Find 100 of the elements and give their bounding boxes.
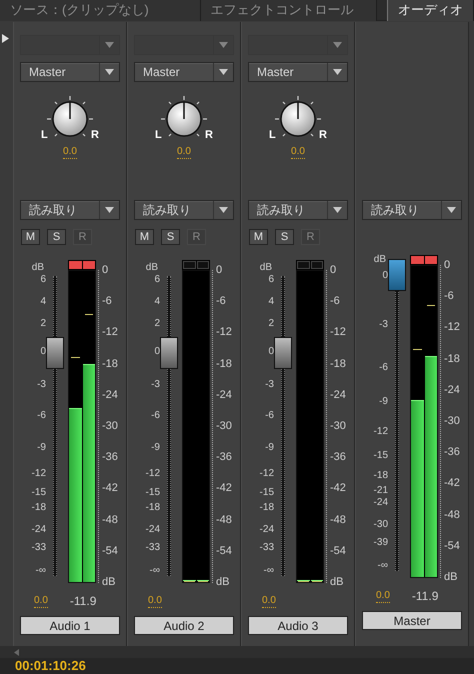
clip-indicator[interactable]: [183, 261, 196, 269]
automation-dropdown[interactable]: 読み取り: [362, 200, 462, 220]
pan-left-label: L: [41, 130, 48, 141]
caret-icon: [333, 207, 342, 213]
fader-scale-label: 0: [40, 347, 46, 357]
volume-value[interactable]: 0.0: [262, 594, 276, 608]
peak-hold-line: [413, 348, 422, 350]
fader-scale-label: 2: [154, 319, 160, 329]
fader-scale-label: -33: [146, 543, 160, 553]
meter-scale-label: -6: [330, 296, 341, 308]
fader-scale-label: -3: [379, 320, 388, 330]
fader-scale-label: 4: [154, 297, 160, 307]
meter-scale-label: 0: [330, 265, 338, 276]
channel-name-button[interactable]: Master: [362, 611, 462, 630]
fader-scale-label: -∞: [150, 566, 160, 576]
channel-name-button[interactable]: Audio 3: [248, 616, 348, 635]
fader-scale-label: -21: [374, 486, 388, 496]
channel-toggle[interactable]: M: [21, 229, 40, 245]
caret-icon: [105, 42, 114, 48]
caret-icon: [219, 69, 228, 75]
fader-scale-label: -15: [146, 488, 160, 498]
channel-toggle[interactable]: M: [135, 229, 154, 245]
clip-indicator[interactable]: [69, 261, 82, 269]
dropdown-value: 読み取り: [142, 202, 192, 219]
fader-scale-label: -30: [374, 520, 388, 530]
automation-dropdown[interactable]: 読み取り: [134, 200, 234, 220]
panel-menu-icon[interactable]: [2, 34, 9, 43]
fader-scale-label: -18: [260, 503, 274, 513]
meter-scale-label: -54: [330, 546, 346, 557]
fader-scale-label: -6: [151, 411, 160, 421]
pan-value[interactable]: 0.0: [63, 146, 77, 159]
output-dropdown[interactable]: Master: [20, 62, 120, 82]
panel-tab[interactable]: ソース：(クリップなし): [0, 0, 201, 21]
meter-scale-label: -12: [216, 327, 232, 338]
fader-handle[interactable]: [160, 336, 178, 369]
fader-scale-label: -6: [265, 411, 274, 421]
meter-scale-label: -36: [444, 447, 460, 458]
fader-handle[interactable]: [274, 336, 292, 369]
clip-indicator[interactable]: [310, 261, 323, 269]
fader-scale-label: -∞: [36, 566, 46, 576]
meter-scale-label: -30: [216, 420, 232, 432]
pan-value[interactable]: 0.0: [177, 146, 191, 159]
dropdown-value: Master: [28, 64, 67, 81]
automation-dropdown[interactable]: 読み取り: [248, 200, 348, 220]
dropdown-value: 読み取り: [370, 202, 420, 219]
meter-scale-label: -24: [444, 384, 460, 396]
meter-scale-label: -54: [444, 540, 460, 552]
clip-indicator[interactable]: [82, 261, 95, 269]
fader-scale-label: -24: [32, 525, 46, 535]
fader-scale-label: 6: [268, 275, 274, 285]
fader-scale-label: 0: [154, 347, 160, 357]
meter-scale-label: -18: [330, 358, 346, 370]
meter-scale-label: -54: [216, 546, 232, 557]
clip-indicator[interactable]: [424, 256, 437, 264]
fader-scale-label: -12: [260, 469, 274, 479]
meter-scale-label: -12: [444, 322, 460, 334]
clip-indicator[interactable]: [411, 256, 424, 264]
caret-icon: [219, 207, 228, 213]
fader-scale-label: -6: [37, 411, 46, 421]
fader-handle[interactable]: [46, 336, 64, 369]
meter-scale-label: -6: [216, 296, 227, 308]
automation-dropdown[interactable]: 読み取り: [20, 200, 120, 220]
timecode: 00:01:10:26: [15, 658, 87, 674]
channel-toggle[interactable]: S: [47, 229, 66, 245]
meter-scale-label: 0: [102, 265, 110, 276]
fader-scale-label: -9: [37, 443, 46, 453]
master-fader-handle[interactable]: [388, 259, 406, 291]
meter-scale-label: -12: [330, 327, 346, 338]
meter-scale-label: -42: [216, 483, 232, 494]
fader-scale-label: 2: [268, 319, 274, 329]
fader-unit: dB: [260, 263, 272, 273]
meter-scale-label: -18: [444, 354, 460, 365]
channel-name-button[interactable]: Audio 2: [134, 616, 234, 635]
channel-name-button[interactable]: Audio 1: [20, 616, 120, 635]
channel-toggle[interactable]: S: [275, 229, 294, 245]
panel-tab[interactable]: エフェクトコントロール: [200, 0, 377, 21]
pan-value[interactable]: 0.0: [291, 146, 305, 159]
fader-scale-label: -15: [32, 488, 46, 498]
clip-indicator[interactable]: [196, 261, 209, 269]
fader-scale-label: -39: [374, 538, 388, 548]
meter-scale-label: -42: [330, 483, 346, 494]
clip-indicator[interactable]: [297, 261, 310, 269]
meter-scale-label: -42: [102, 483, 118, 494]
output-dropdown[interactable]: Master: [134, 62, 234, 82]
caret-icon: [333, 69, 342, 75]
fader-scale-label: -12: [32, 469, 46, 479]
channel-toggle[interactable]: S: [161, 229, 180, 245]
fader-unit: dB: [146, 263, 158, 273]
pan-right-label: R: [91, 130, 99, 141]
channel-toggle[interactable]: M: [249, 229, 268, 245]
volume-value[interactable]: 0.0: [34, 594, 48, 608]
volume-value[interactable]: 0.0: [376, 590, 390, 602]
fader-scale-label: -∞: [378, 561, 388, 571]
panel-tab[interactable]: オーディオ: [387, 0, 474, 21]
volume-value[interactable]: 0.0: [148, 594, 162, 608]
meter-scale-label: dB: [444, 572, 458, 583]
meter-scale-label: -24: [330, 390, 346, 401]
horizontal-scrollbar[interactable]: [0, 646, 474, 658]
scroll-left-icon[interactable]: [14, 648, 19, 656]
output-dropdown[interactable]: Master: [248, 62, 348, 82]
